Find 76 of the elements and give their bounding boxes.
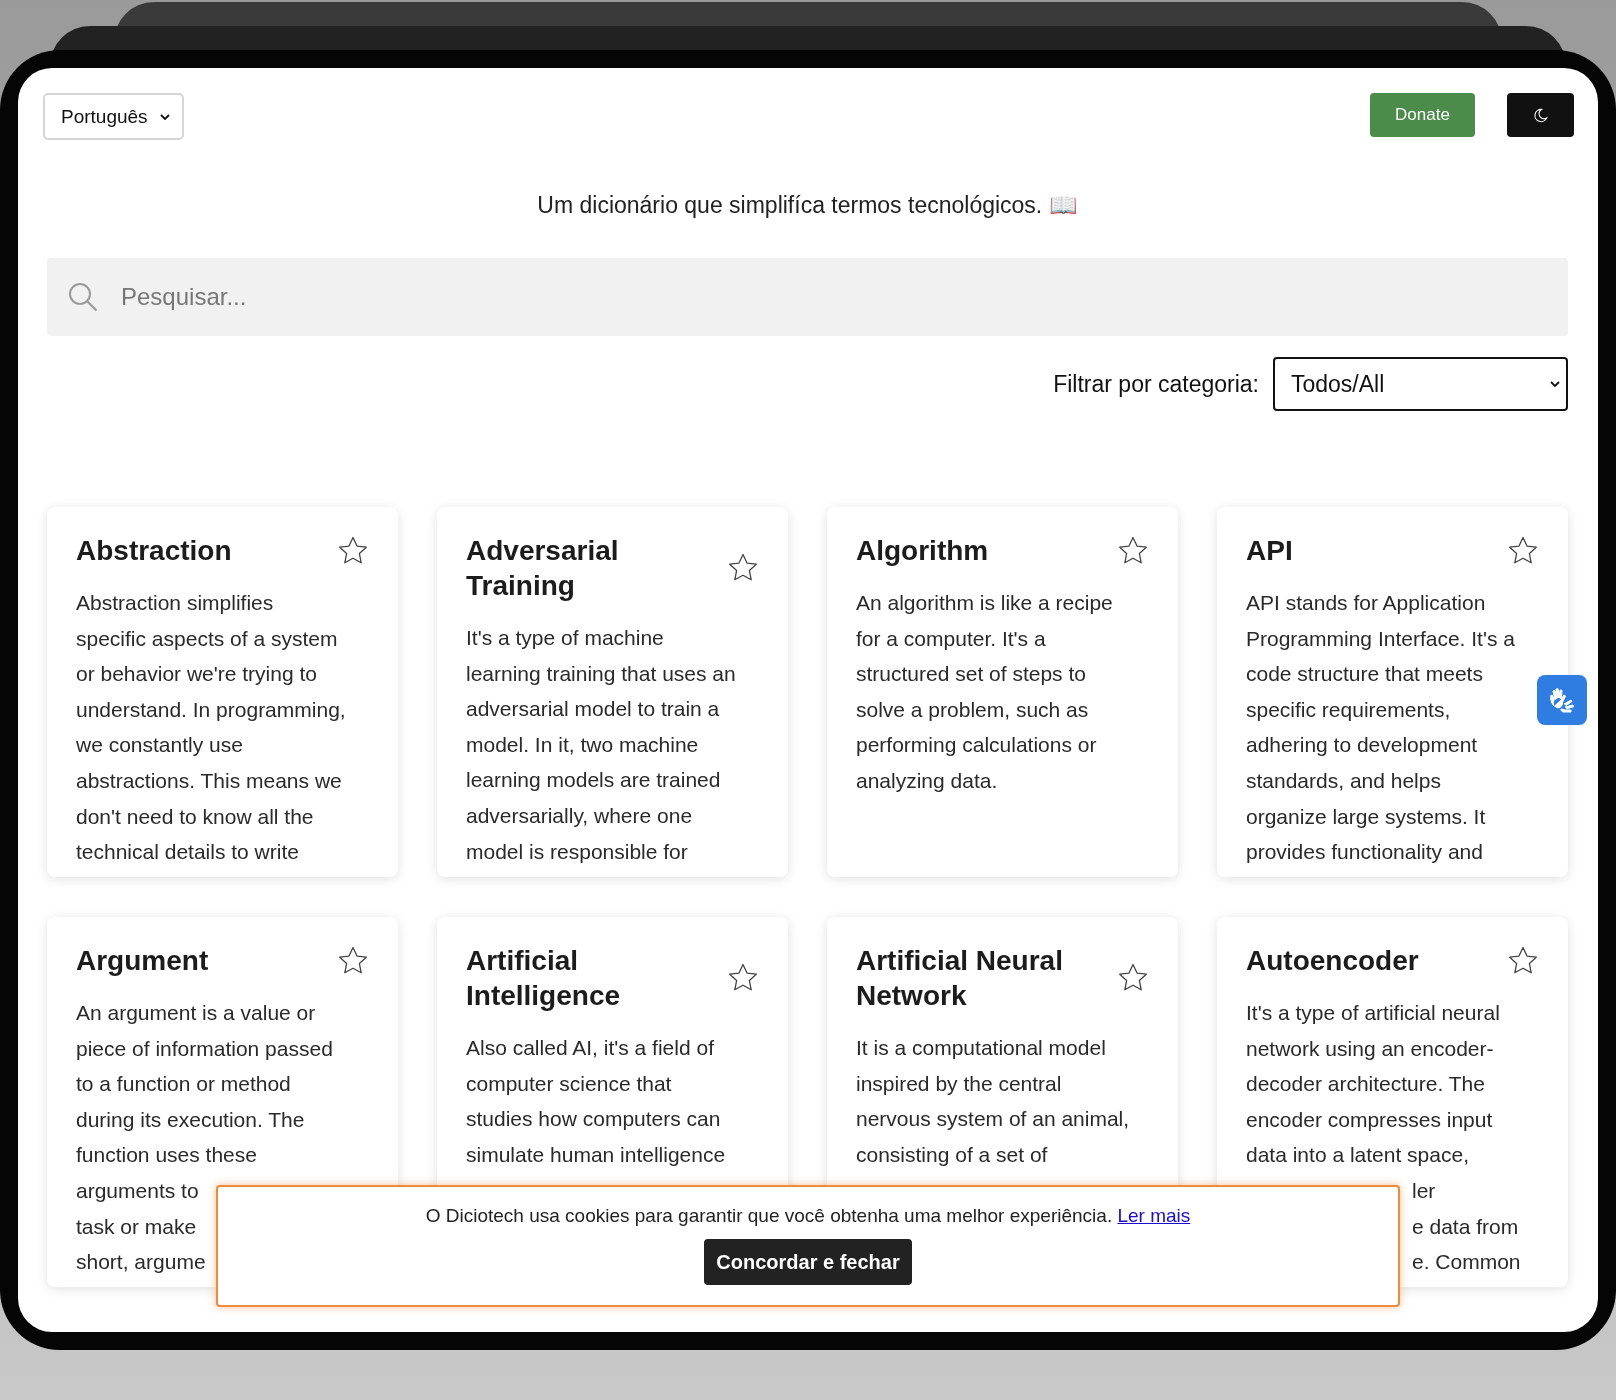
description-line: learning models are trained: [466, 767, 721, 794]
description-line: data into a latent space,: [1246, 1142, 1469, 1169]
description-line: adversarially, where one: [466, 802, 693, 829]
description-line: specific requirements,: [1246, 696, 1451, 723]
description-line: or behavior we're trying to: [76, 661, 317, 688]
description-line: API stands for Application: [1246, 590, 1486, 616]
description-line: technical details to write: [76, 839, 299, 866]
description-line: organize large systems. It: [1246, 803, 1486, 830]
description-line: understand. In programming,: [76, 696, 346, 723]
description-line: structured set of steps to: [856, 661, 1086, 688]
description-line: standards, and helps: [1246, 767, 1441, 794]
description-line: computer science that: [466, 1070, 672, 1097]
description-line: network using an encoder-: [1246, 1035, 1494, 1062]
description-line: piece of information passed: [76, 1035, 333, 1062]
description-line: learning training that uses an: [466, 660, 736, 687]
description-line: solve a problem, such as: [856, 696, 1089, 723]
term-title: Argument: [76, 944, 209, 978]
term-title: Adversarial Training: [466, 534, 620, 603]
term-title: Artificial Intelligence: [466, 944, 622, 1013]
description-line: model. In it, two machine: [466, 731, 699, 758]
description-line: An algorithm is like a recipe: [856, 590, 1113, 616]
description-line: It is a computational model: [856, 1035, 1106, 1061]
accept-button[interactable]: Concordar e fechar: [704, 1239, 912, 1285]
description-line: short, argume: [76, 1249, 206, 1276]
donate-button[interactable]: Donate: [1370, 93, 1475, 137]
description-line: e data from: [1412, 1213, 1519, 1240]
moon-icon: [1533, 107, 1548, 123]
search-field[interactable]: Pesquisar...: [47, 258, 1568, 336]
description-line: adhering to development: [1246, 732, 1478, 759]
description-line: for a computer. It's a: [856, 625, 1046, 652]
description-line: during its execution. The: [76, 1106, 305, 1133]
description-line: model is responsible for: [466, 838, 688, 865]
description-line: inspired by the central: [856, 1070, 1062, 1097]
description-line: we constantly use: [76, 732, 243, 759]
description-line: specific aspects of a system: [76, 625, 338, 652]
accessibility-button[interactable]: [1537, 675, 1587, 725]
chevron-down-icon: [1550, 381, 1560, 387]
description-line: don't need to know all the: [76, 803, 314, 830]
theme-toggle-button[interactable]: [1507, 93, 1574, 137]
description-line: Abstraction simplifies: [76, 590, 274, 616]
term-title: Abstraction: [76, 534, 232, 568]
description-line: code structure that meets: [1246, 661, 1483, 688]
description-line: to a function or method: [76, 1071, 291, 1098]
description-line: simulate human intelligence: [466, 1141, 726, 1168]
description-line: It's a type of artificial neural: [1246, 1000, 1500, 1026]
cookie-message: O Diciotech usa cookies para garantir que você obtenha uma melhor experiência.: [425, 1205, 1113, 1226]
description-line: consisting of a set of: [856, 1141, 1048, 1168]
search-icon: [67, 281, 99, 313]
description-line: ler: [1412, 1177, 1436, 1204]
description-line: analyzing data.: [856, 767, 998, 794]
description-line: performing calculations or: [856, 732, 1097, 759]
language-select[interactable]: Português: [43, 93, 184, 140]
description-line: Programming Interface. It's a: [1246, 625, 1515, 652]
description-line: nervous system of an animal,: [856, 1106, 1130, 1133]
description-line: e. Common: [1412, 1249, 1521, 1276]
term-title: Autoencoder: [1246, 944, 1419, 978]
category-select[interactable]: Todos/All: [1273, 357, 1568, 411]
description-line: studies how computers can: [466, 1106, 721, 1133]
term-title: Artificial Neural Network: [856, 944, 1064, 1013]
description-line: abstractions. This means we: [76, 767, 342, 794]
description-line: adversarial model to train a: [466, 696, 720, 723]
chevron-down-icon: [159, 113, 170, 120]
description-line: decoder architecture. The: [1246, 1071, 1485, 1098]
tagline: Um dicionário que simplifíca termos tecnológicos. 📖: [536, 191, 1079, 220]
term-title: Algorithm: [856, 534, 989, 568]
description-line: arguments to: [76, 1177, 199, 1204]
description-line: It's a type of machine: [466, 625, 664, 651]
filter-label: Filtrar por categoria:: [1053, 370, 1259, 398]
description-line: function uses these: [76, 1142, 257, 1169]
description-line: An argument is a value or: [76, 1000, 316, 1026]
description-line: task or make: [76, 1213, 197, 1240]
description-line: provides functionality and: [1246, 839, 1483, 866]
description-line: Also called AI, it's a field of: [466, 1035, 714, 1061]
description-line: encoder compresses input: [1246, 1106, 1493, 1133]
read-more-link[interactable]: Ler mais: [1117, 1205, 1191, 1226]
term-title: API: [1246, 534, 1293, 568]
